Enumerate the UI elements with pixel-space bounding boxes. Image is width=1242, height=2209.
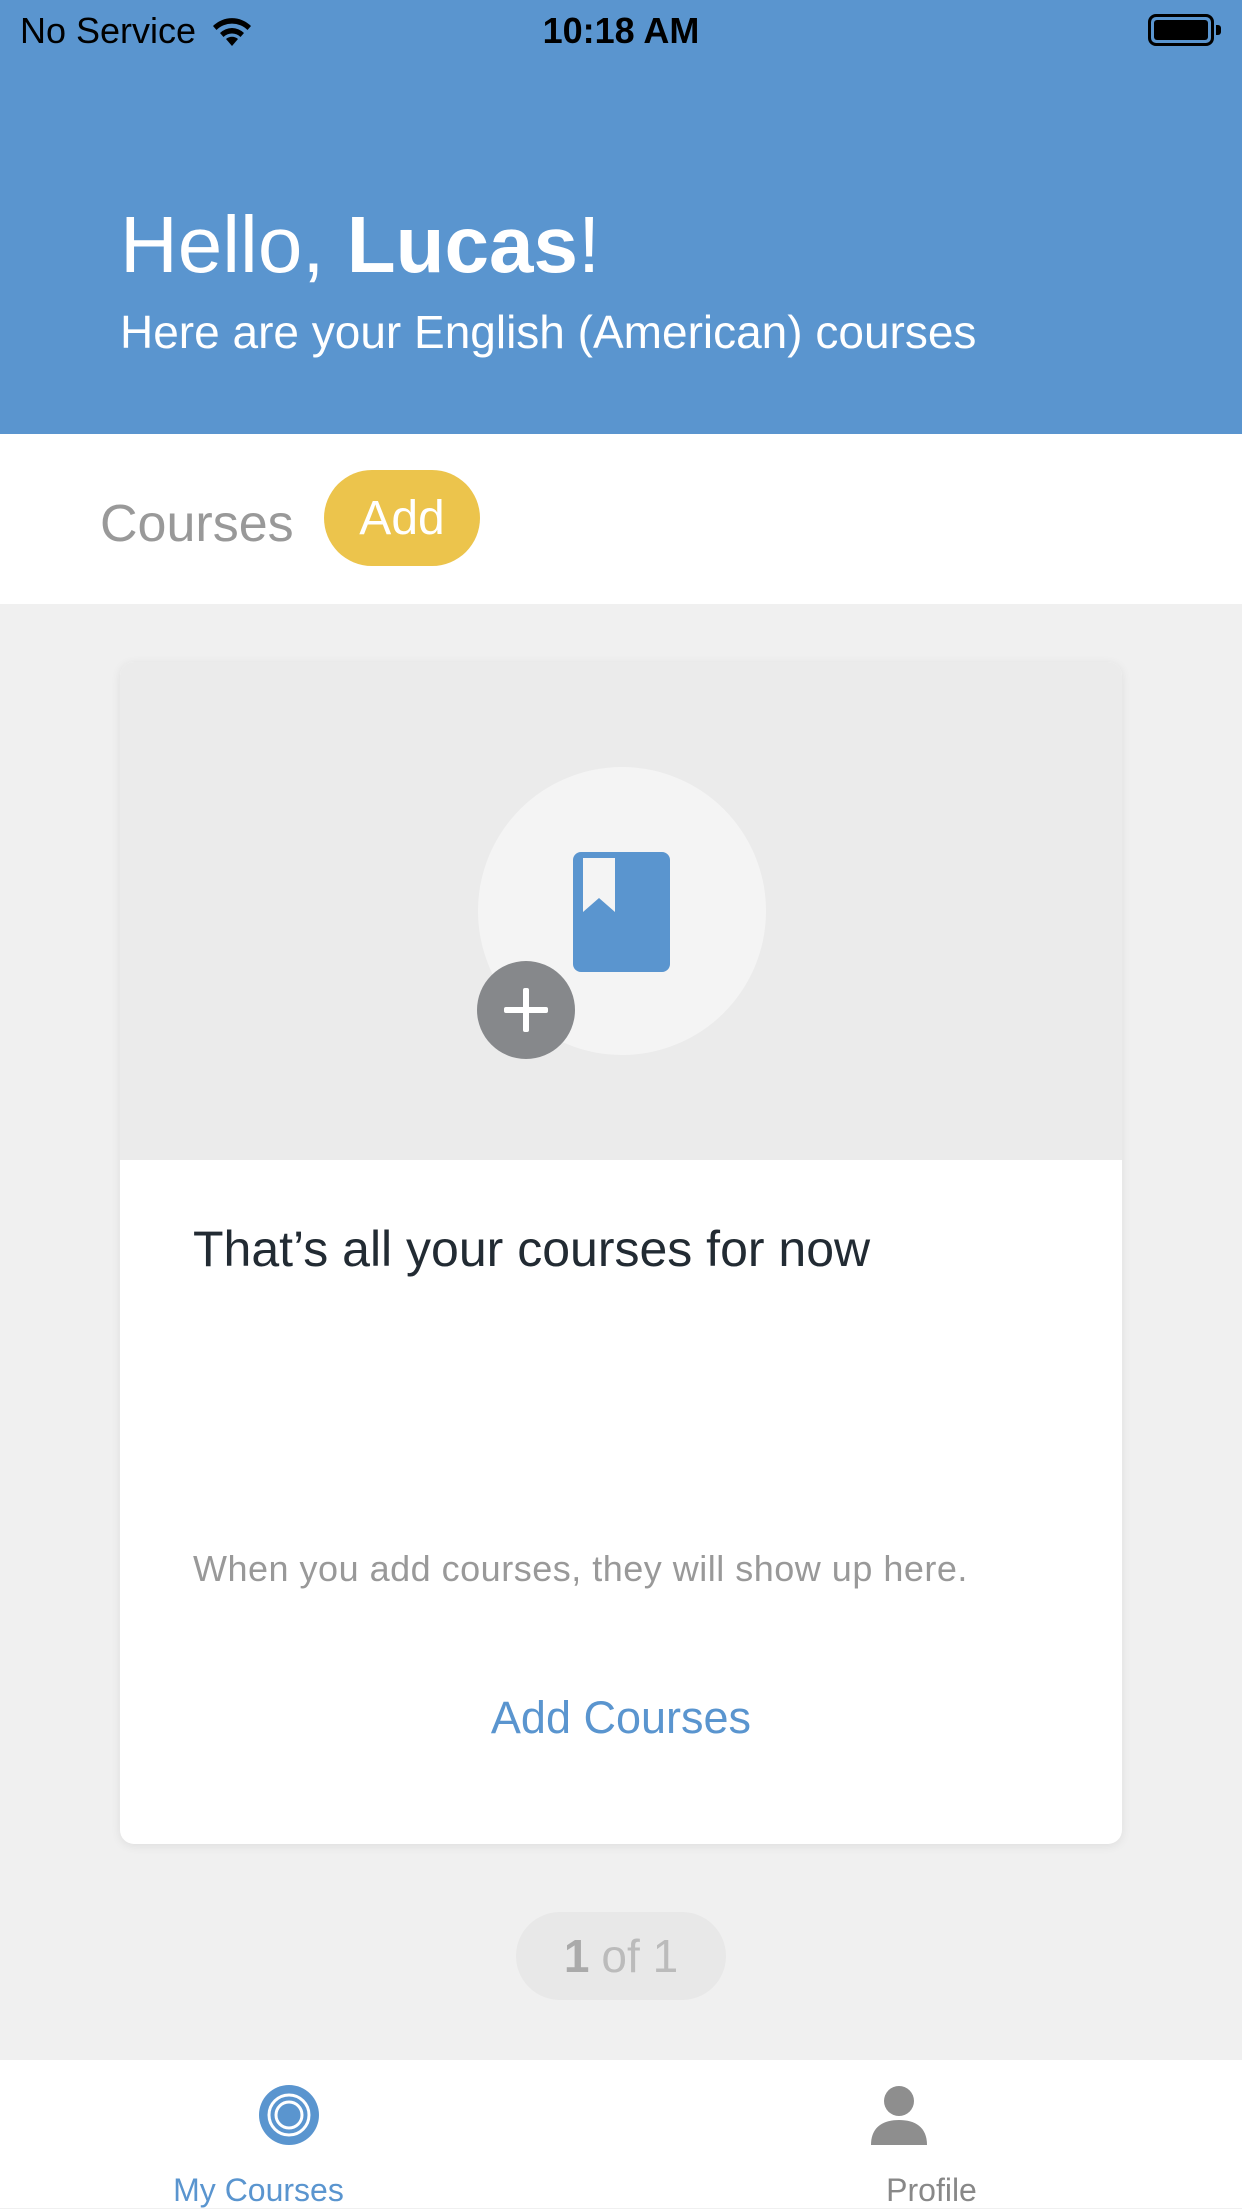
plus-icon [477,961,575,1059]
tab-courses[interactable]: Courses [100,494,294,554]
target-icon [259,2085,319,2145]
nav-profile-label: Profile [886,2172,977,2208]
course-tabs: Courses Add [0,434,1242,604]
page-indicator: 1 of 1 [516,1912,726,2000]
tab-add[interactable]: Add [324,470,480,566]
page-current: 1 [563,1930,590,1982]
card-title: That’s all your courses for now [193,1221,871,1277]
greeting-suffix: ! [577,200,601,289]
bottom-nav: My Courses Profile [0,2060,1242,2208]
status-bar: No Service 10:18 AM [0,0,1242,62]
greeting-subtitle: Here are your English (American) courses [120,306,977,358]
page-total: of 1 [601,1930,679,1982]
add-courses-button[interactable]: Add Courses [120,1692,1122,1744]
book-icon [573,852,670,972]
nav-my-courses[interactable]: My Courses [0,2060,619,2208]
greeting-prefix: Hello, [120,200,347,289]
card-illustration [120,662,1122,1160]
nav-profile[interactable]: Profile [621,2060,1242,2208]
header: No Service 10:18 AM Hello, Lucas! Here a… [0,0,1242,434]
greeting-title: Hello, Lucas! [120,200,600,290]
battery-icon [1148,14,1221,46]
status-time: 10:18 AM [542,10,700,51]
user-name: Lucas [346,200,578,289]
person-icon [871,2086,927,2145]
empty-courses-card: That’s all your courses for now When you… [120,662,1122,1844]
nav-my-courses-label: My Courses [173,2172,344,2208]
card-description: When you add courses, they will show up … [193,1548,968,1589]
